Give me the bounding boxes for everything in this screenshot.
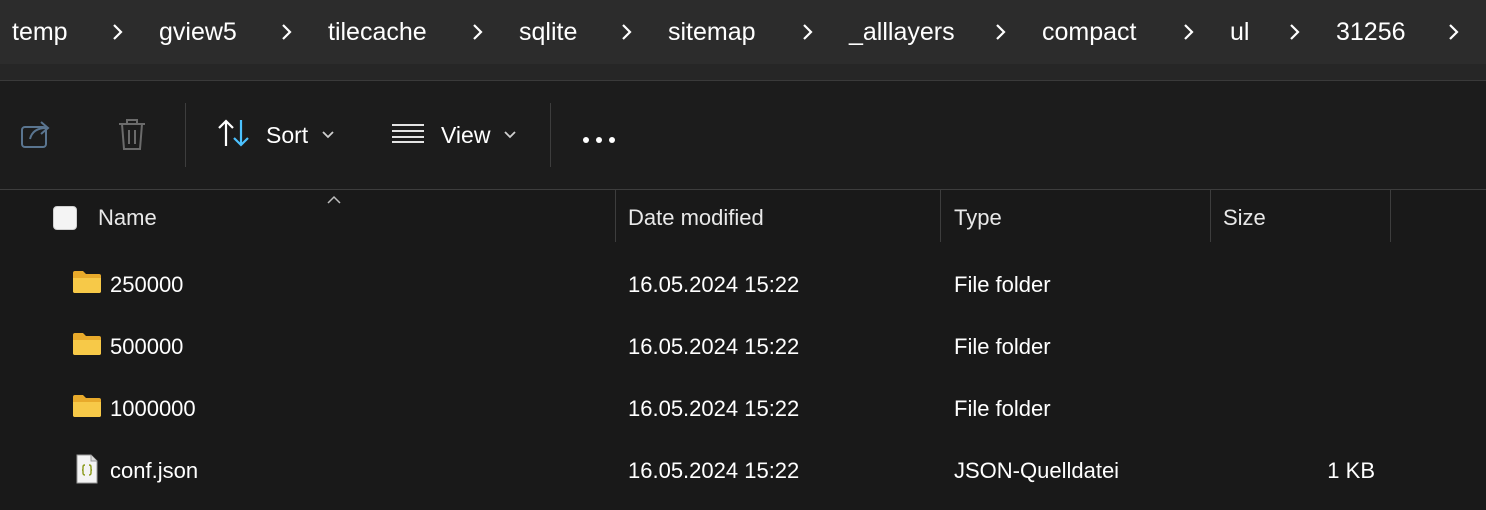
address-bar-spacer [0,64,1486,81]
more-icon[interactable] [582,131,618,149]
view-label: View [441,121,491,148]
file-type: File folder [954,272,1051,297]
breadcrumb-item-ul[interactable]: ul [1230,14,1249,50]
column-header-size[interactable]: Size [1223,190,1266,244]
breadcrumb-item-sitemap[interactable]: sitemap [668,14,756,50]
column-divider[interactable] [1210,190,1211,242]
chevron-right-icon[interactable] [1287,22,1303,42]
chevron-right-icon[interactable] [619,22,635,42]
column-divider[interactable] [1390,190,1391,242]
breadcrumb-item-alllayers[interactable]: _alllayers [849,14,955,50]
view-button[interactable]: View [391,111,517,159]
chevron-right-icon[interactable] [993,22,1009,42]
file-type: File folder [954,396,1051,421]
trash-icon[interactable] [116,117,148,158]
sort-button[interactable]: Sort [216,111,334,159]
file-date: 16.05.2024 15:22 [628,272,800,297]
breadcrumb-item-gview5[interactable]: gview5 [159,14,237,50]
share-icon[interactable] [20,119,54,156]
chevron-right-icon[interactable] [110,22,126,42]
file-name: 250000 [110,272,184,297]
file-date: 16.05.2024 15:22 [628,334,800,359]
folder-icon [72,332,102,361]
sort-icon [216,118,252,153]
chevron-down-icon [504,126,517,144]
chevron-down-icon [322,126,334,144]
file-name: 500000 [110,334,184,359]
command-bar: Sort View [0,81,1486,190]
chevron-right-icon[interactable] [470,22,486,42]
toolbar-divider [550,103,551,167]
sort-label: Sort [266,121,309,148]
folder-icon [72,394,102,423]
file-type: JSON-Quelldatei [954,458,1120,483]
chevron-right-icon[interactable] [1446,22,1462,42]
file-row[interactable]: 500000 16.05.2024 15:22 File folder [0,316,1486,378]
file-row[interactable]: 250000 16.05.2024 15:22 File folder [0,254,1486,316]
json-file-icon [76,454,98,489]
file-row[interactable]: conf.json 16.05.2024 15:22 JSON-Quelldat… [0,440,1486,502]
breadcrumb-item-temp[interactable]: temp [12,14,68,50]
file-name: conf.json [110,458,199,483]
file-date: 16.05.2024 15:22 [628,458,800,483]
file-name: 1000000 [110,396,196,421]
file-size: 1 KB [1327,458,1375,483]
column-header-date[interactable]: Date modified [628,190,764,244]
folder-icon [72,270,102,299]
toolbar-divider [185,103,186,167]
file-date: 16.05.2024 15:22 [628,396,800,421]
breadcrumb-item-sqlite[interactable]: sqlite [519,14,577,50]
column-header: Name Date modified Type Size [0,190,1486,244]
column-divider[interactable] [940,190,941,242]
breadcrumb: temp gview5 tilecache sqlite sitemap _al… [0,0,1486,64]
breadcrumb-item-tilecache[interactable]: tilecache [328,14,427,50]
file-type: File folder [954,334,1051,359]
chevron-right-icon[interactable] [1181,22,1197,42]
chevron-right-icon[interactable] [279,22,295,42]
file-row[interactable]: 1000000 16.05.2024 15:22 File folder [0,378,1486,440]
breadcrumb-item-compact[interactable]: compact [1042,14,1136,50]
chevron-right-icon[interactable] [800,22,816,42]
column-header-name[interactable]: Name [98,190,157,244]
view-list-icon [391,123,425,148]
column-header-type[interactable]: Type [954,190,1002,244]
column-divider[interactable] [615,190,616,242]
breadcrumb-item-31256[interactable]: 31256 [1336,14,1406,50]
